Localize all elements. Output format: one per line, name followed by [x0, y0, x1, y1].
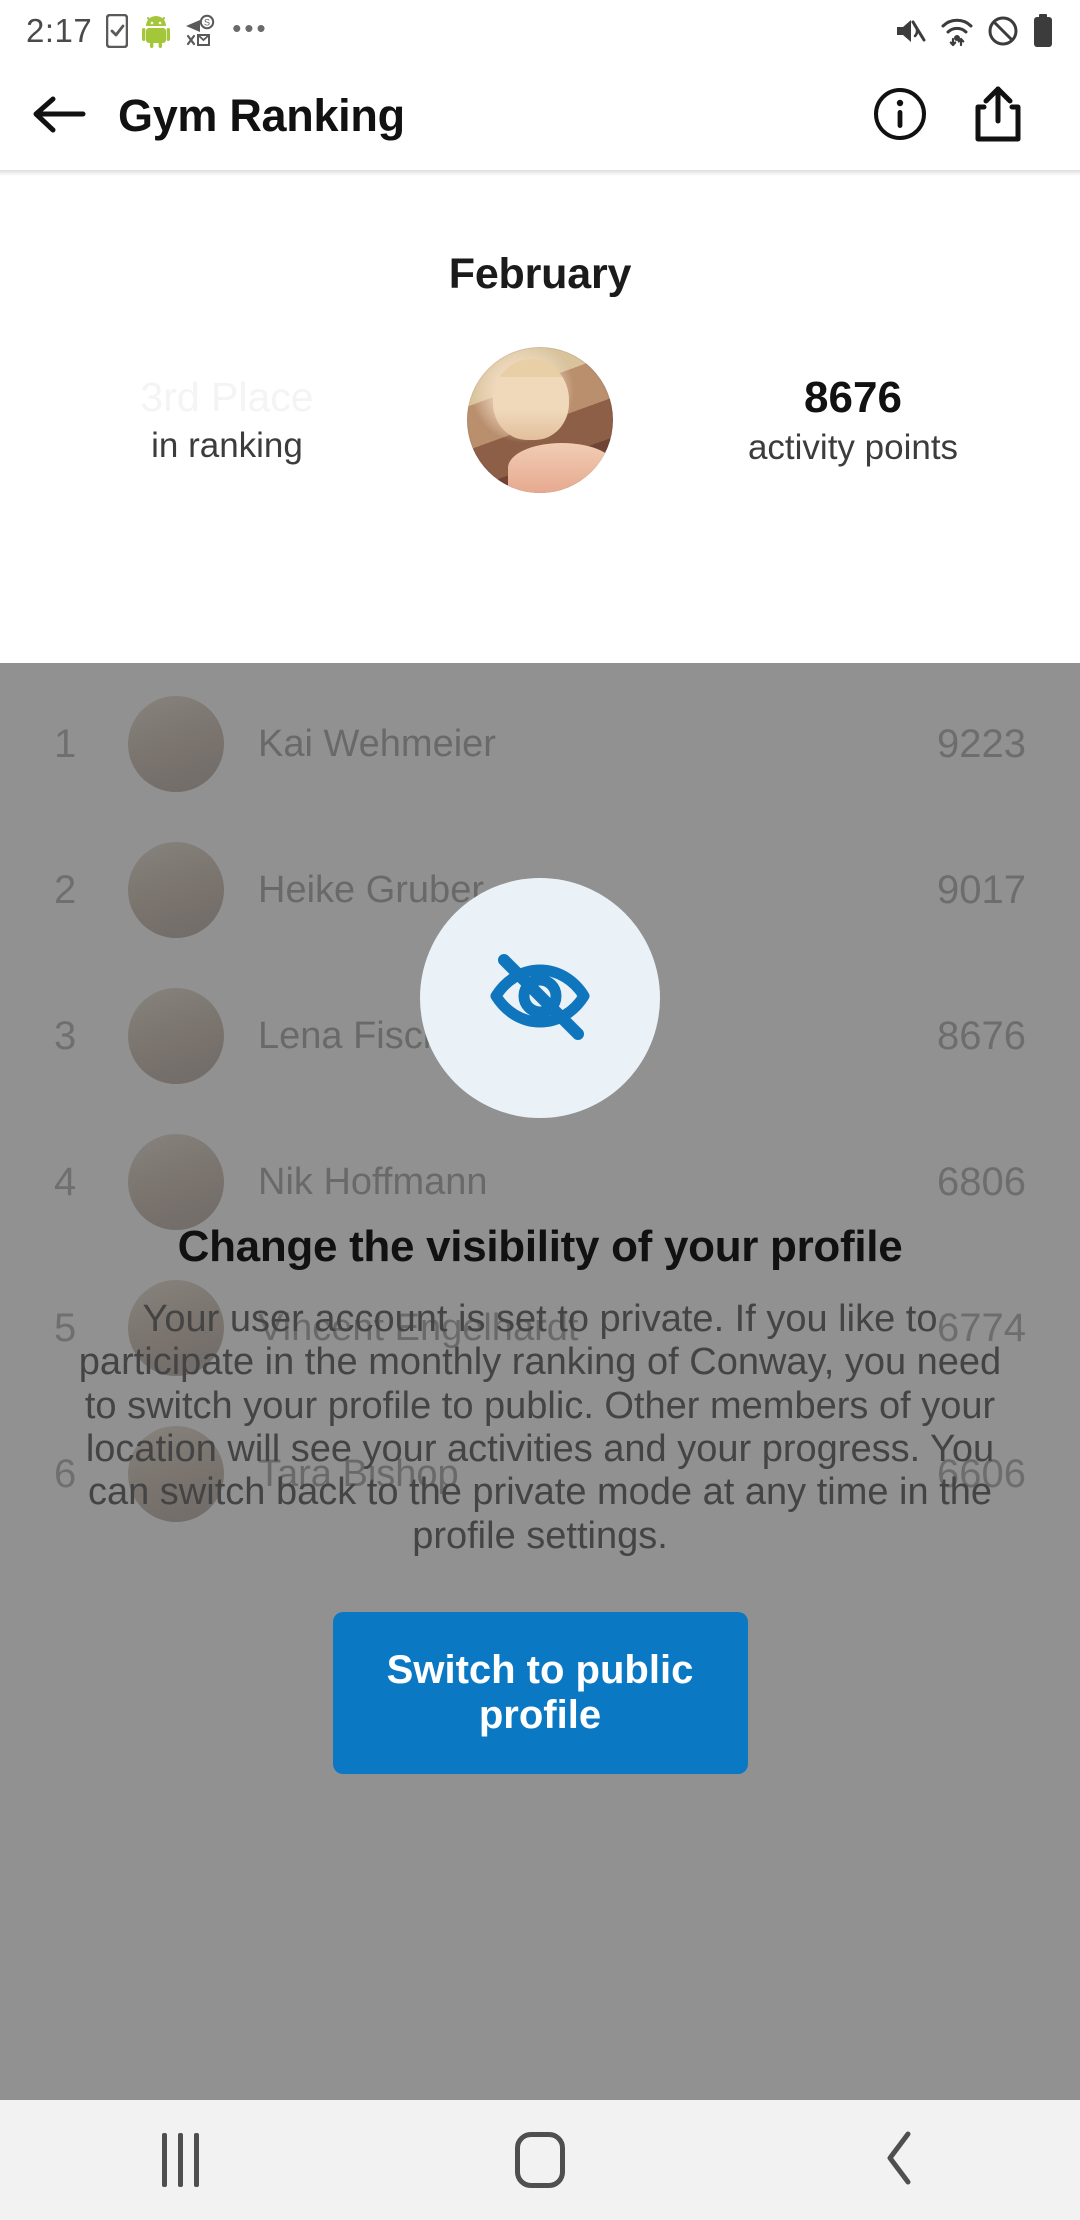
points-label: activity points	[747, 427, 959, 467]
month-summary-card: February 3rd Place in ranking 8676 activ…	[0, 176, 1080, 663]
home-icon	[515, 2132, 565, 2188]
page-title: Gym Ranking	[118, 90, 405, 141]
points-block: 8676 activity points	[688, 370, 1018, 471]
place-value: 3rd Place	[140, 373, 314, 420]
mute-icon	[893, 16, 927, 46]
app-bar: Gym Ranking	[0, 62, 1080, 170]
recents-button[interactable]	[80, 2100, 280, 2220]
android-nav-bar	[0, 2100, 1080, 2220]
eye-off-icon-badge	[420, 878, 660, 1118]
svg-text:S: S	[204, 18, 210, 28]
status-bar-left: 2:17 S •••	[26, 12, 269, 50]
avatar	[467, 347, 613, 493]
back-button[interactable]	[0, 92, 118, 141]
place-label: in ranking	[151, 425, 303, 465]
more-dots-icon: •••	[232, 13, 269, 43]
app-bar-actions	[872, 85, 1080, 148]
visibility-dialog: Change the visibility of your profile Yo…	[0, 663, 1080, 2100]
share-button[interactable]	[972, 85, 1024, 148]
points-value: 8676	[804, 372, 902, 422]
back-icon	[880, 2129, 920, 2192]
info-button[interactable]	[872, 86, 928, 147]
nav-back-button[interactable]	[800, 2100, 1000, 2220]
share-icon	[972, 86, 1024, 147]
wifi-icon	[940, 15, 974, 47]
phone-screen: 2:17 S ••• Gym Ranking February 3rd Plac…	[0, 0, 1080, 2220]
do-not-disturb-icon	[987, 15, 1019, 47]
dialog-title: Change the visibility of your profile	[177, 1222, 903, 1271]
info-circle-icon	[872, 87, 928, 146]
switch-to-public-profile-button[interactable]: Switch to public profile	[332, 1611, 748, 1774]
android-robot-icon	[142, 14, 171, 48]
recents-icon	[161, 2133, 199, 2187]
status-bar: 2:17 S •••	[0, 0, 1080, 62]
summary-row: 3rd Place in ranking 8676 activity point…	[0, 347, 1080, 493]
month-label: February	[448, 250, 632, 298]
money-sms-icon: S	[184, 14, 218, 48]
eye-off-icon	[474, 930, 606, 1067]
arrow-left-icon	[31, 92, 87, 141]
place-block: 3rd Place in ranking	[62, 372, 392, 469]
battery-icon	[1032, 14, 1054, 48]
app-bar-divider	[0, 170, 1080, 176]
phone-check-icon	[106, 14, 129, 48]
status-bar-right	[893, 14, 1054, 48]
dialog-body: Your user account is set to private. If …	[78, 1298, 1002, 1557]
home-button[interactable]	[440, 2100, 640, 2220]
status-bar-clock: 2:17	[26, 12, 93, 49]
